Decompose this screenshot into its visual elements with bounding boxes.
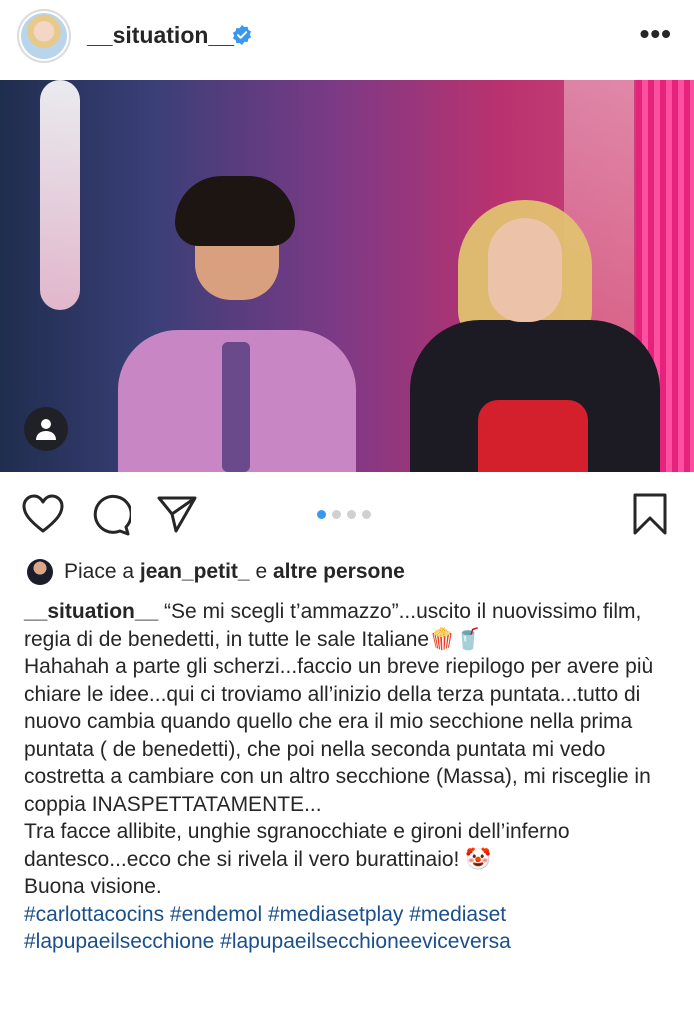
carousel-dot (347, 510, 356, 519)
caption-line: Hahahah a parte gli scherzi...faccio un … (24, 655, 654, 816)
woman-dress (478, 400, 588, 472)
woman-head (488, 218, 562, 322)
post-image[interactable] (0, 80, 694, 472)
post-action-bar (0, 488, 694, 540)
carousel-dot (317, 510, 326, 519)
heart-icon[interactable] (22, 494, 64, 534)
stage-light (40, 80, 80, 310)
verified-badge-icon (232, 25, 252, 45)
likes-prefix: Piace a (64, 560, 140, 583)
likes-summary[interactable]: Piace a jean_petit_ e altre persone (27, 558, 405, 586)
man-tie (222, 342, 250, 472)
more-options-icon[interactable]: ••• (640, 20, 672, 48)
likes-middle: e (249, 560, 273, 583)
avatar-image (21, 13, 67, 59)
man-hair (175, 176, 295, 246)
caption-username[interactable]: __situation__ (24, 600, 158, 623)
profile-avatar[interactable] (17, 9, 71, 63)
caption-line: Buona visione. (24, 875, 162, 898)
likes-others[interactable]: altre persone (273, 560, 405, 584)
caption-line: Tra facce allibite, unghie sgranocchiate… (24, 820, 570, 871)
person-icon (36, 419, 56, 440)
post-caption: __situation__ “Se mi scegli t’ammazzo”..… (24, 598, 674, 956)
liker-avatar (27, 559, 53, 585)
caption-hashtags[interactable]: #carlottacocins #endemol #mediasetplay #… (24, 901, 674, 956)
carousel-dot (362, 510, 371, 519)
send-icon[interactable] (156, 494, 198, 534)
carousel-dot (332, 510, 341, 519)
bookmark-icon[interactable] (632, 492, 668, 536)
comment-icon[interactable] (89, 494, 131, 536)
tagged-users-button[interactable] (24, 407, 68, 451)
post-header: __situation__ ••• (0, 0, 694, 76)
carousel-indicator (317, 510, 371, 519)
liker-username[interactable]: jean_petit_ (140, 560, 250, 584)
post-username[interactable]: __situation__ (87, 22, 234, 49)
